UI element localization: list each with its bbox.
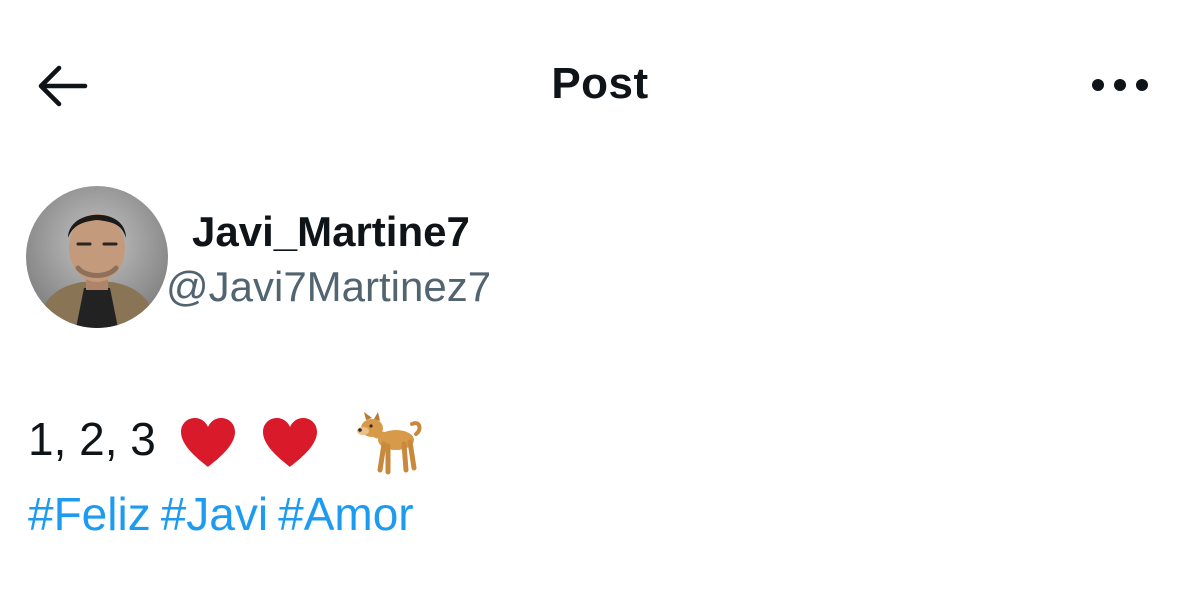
more-horizontal-icon [1092,79,1148,91]
author-handle[interactable]: @Javi7Martinez7 [166,262,491,312]
red-heart-icon [263,418,318,467]
post-text: 1, 2, 3 [28,413,156,466]
avatar[interactable] [26,186,168,328]
post-body: 1, 2, 3 [28,410,424,476]
hashtag-javi[interactable]: #Javi [161,488,268,540]
page-title: Post [551,59,649,108]
profile-photo [26,186,168,328]
hashtag-feliz[interactable]: #Feliz [28,488,151,540]
more-options-button[interactable] [1084,60,1156,110]
dog-icon [357,412,422,475]
author-display-name[interactable]: Javi_Martine7 [192,208,470,256]
top-bar: Post [0,0,1200,170]
hashtag-amor[interactable]: #Amor [278,488,413,540]
red-heart-icon [180,418,235,467]
hashtag-list: #Feliz #Javi #Amor [28,484,424,544]
